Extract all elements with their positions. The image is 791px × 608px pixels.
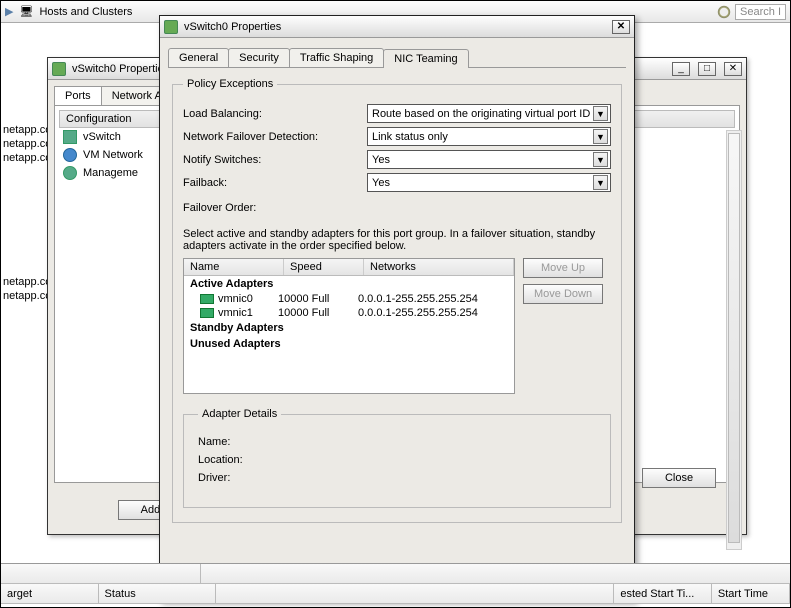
col-speed[interactable]: Speed <box>284 259 364 275</box>
vsphere-icon <box>52 62 66 76</box>
search-placeholder: Search I <box>740 6 781 18</box>
move-down-button[interactable]: Move Down <box>523 284 603 304</box>
scrollbar[interactable] <box>726 130 742 550</box>
load-balancing-select[interactable]: Route based on the originating virtual p… <box>367 104 611 123</box>
col-requested-start[interactable]: ested Start Ti... <box>614 584 712 603</box>
detail-name-label: Name: <box>198 436 268 448</box>
col-status[interactable]: Status <box>99 584 216 603</box>
nav-arrow-icon[interactable]: ▶ <box>5 5 13 18</box>
maximize-button[interactable]: □ <box>698 62 716 76</box>
list-item-label: VM Network <box>83 149 143 161</box>
nic-icon <box>200 294 214 304</box>
chevron-down-icon: ▼ <box>593 152 608 167</box>
vswitch-properties-front-window: vSwitch0 Properties ✕ General Security T… <box>159 15 635 601</box>
search-input[interactable]: Search I <box>735 4 786 20</box>
col-start-time[interactable]: Start Time <box>712 584 790 603</box>
notify-switches-select[interactable]: Yes ▼ <box>367 150 611 169</box>
failback-label: Failback: <box>183 177 367 189</box>
col-target[interactable]: arget <box>1 584 99 603</box>
adapter-speed: 10000 Full <box>278 293 354 305</box>
section-standby-adapters: Standby Adapters <box>184 320 514 336</box>
select-value: Route based on the originating virtual p… <box>372 108 590 120</box>
list-item-label: Manageme <box>83 167 138 179</box>
notify-switches-label: Notify Switches: <box>183 154 367 166</box>
helper-text: Select active and standby adapters for t… <box>183 228 611 252</box>
col-blank[interactable] <box>216 584 615 603</box>
vswitch-icon <box>63 130 77 144</box>
nic-icon <box>200 308 214 318</box>
task-grid: arget Status ested Start Ti... Start Tim… <box>1 563 790 607</box>
adapter-network: 0.0.0.1-255.255.255.254 <box>358 293 478 305</box>
tab-row: General Security Traffic Shaping NIC Tea… <box>168 48 626 67</box>
select-value: Yes <box>372 154 390 166</box>
window-title: vSwitch0 Properties <box>72 63 169 75</box>
section-active-adapters: Active Adapters <box>184 276 514 292</box>
window-title: vSwitch0 Properties <box>184 21 281 33</box>
col-name[interactable]: Name <box>184 259 284 275</box>
breadcrumb[interactable]: Hosts and Clusters <box>39 6 132 18</box>
adapter-network: 0.0.0.1-255.255.255.254 <box>358 307 478 319</box>
section-unused-adapters: Unused Adapters <box>184 336 514 352</box>
vsphere-icon <box>164 20 178 34</box>
close-button[interactable]: ✕ <box>612 20 630 34</box>
table-row[interactable]: vmnic0 10000 Full 0.0.0.1-255.255.255.25… <box>184 292 514 306</box>
adapter-name: vmnic1 <box>218 307 274 319</box>
adapter-details-group: Adapter Details Name: Location: Driver: <box>183 408 611 508</box>
failover-detection-label: Network Failover Detection: <box>183 131 367 143</box>
table-row[interactable]: vmnic1 10000 Full 0.0.0.1-255.255.255.25… <box>184 306 514 320</box>
tab-general[interactable]: General <box>168 48 229 67</box>
tab-security[interactable]: Security <box>228 48 290 67</box>
detail-driver-label: Driver: <box>198 472 268 484</box>
adapter-table[interactable]: Name Speed Networks Active Adapters vmni… <box>183 258 515 394</box>
failover-order-label: Failover Order: <box>183 202 611 214</box>
title-bar[interactable]: vSwitch0 Properties ✕ <box>160 16 634 38</box>
gear-icon[interactable] <box>717 5 731 19</box>
list-item-label: vSwitch <box>83 131 121 143</box>
grid-header-blank[interactable] <box>1 564 201 583</box>
select-value: Yes <box>372 177 390 189</box>
details-legend: Adapter Details <box>198 408 281 420</box>
tab-nic-teaming[interactable]: NIC Teaming <box>383 49 468 68</box>
load-balancing-label: Load Balancing: <box>183 108 367 120</box>
chevron-down-icon: ▼ <box>593 106 608 121</box>
failover-detection-select[interactable]: Link status only ▼ <box>367 127 611 146</box>
policy-exceptions-group: Policy Exceptions Load Balancing: Route … <box>172 78 622 523</box>
policy-legend: Policy Exceptions <box>183 78 277 90</box>
col-networks[interactable]: Networks <box>364 259 514 275</box>
management-icon <box>63 166 77 180</box>
close-button-footer[interactable]: Close <box>642 468 716 488</box>
chevron-down-icon: ▼ <box>593 129 608 144</box>
failback-select[interactable]: Yes ▼ <box>367 173 611 192</box>
move-up-button[interactable]: Move Up <box>523 258 603 278</box>
adapter-name: vmnic0 <box>218 293 274 305</box>
select-value: Link status only <box>372 131 448 143</box>
adapter-speed: 10000 Full <box>278 307 354 319</box>
tab-traffic-shaping[interactable]: Traffic Shaping <box>289 48 384 67</box>
tab-ports[interactable]: Ports <box>54 86 102 105</box>
globe-icon <box>63 148 77 162</box>
detail-location-label: Location: <box>198 454 268 466</box>
chevron-down-icon: ▼ <box>593 175 608 190</box>
minimize-button[interactable]: _ <box>672 62 690 76</box>
close-button[interactable]: ✕ <box>724 62 742 76</box>
hosts-tree-icon: 🖥 <box>19 5 33 18</box>
